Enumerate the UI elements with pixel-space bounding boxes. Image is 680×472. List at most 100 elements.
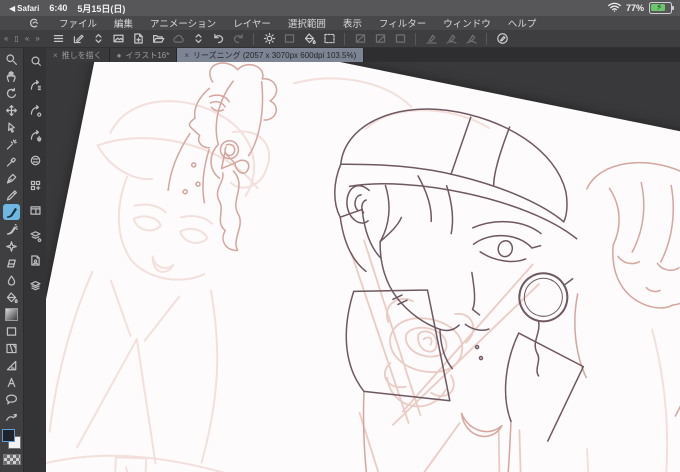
menu-animation[interactable]: アニメーション xyxy=(150,16,216,30)
tab-oshi[interactable]: × 推しを描く xyxy=(46,48,110,62)
layer-property-button[interactable] xyxy=(27,228,44,243)
eraser-tool[interactable] xyxy=(3,255,20,271)
menu-file[interactable]: ファイル xyxy=(59,16,97,30)
transparent-color-swatch[interactable] xyxy=(2,454,21,465)
zoom-reset-button[interactable] xyxy=(27,53,44,68)
status-date: 5月15日(日) xyxy=(77,3,126,14)
snap-grid-button xyxy=(461,31,481,47)
history-lines-button[interactable] xyxy=(27,78,44,93)
edit-workspace-button[interactable] xyxy=(68,31,88,47)
toolbar-divider xyxy=(415,32,416,45)
layers-palette-button[interactable] xyxy=(27,278,44,293)
operation-tool[interactable] xyxy=(3,119,20,135)
new-canvas-button[interactable] xyxy=(128,31,148,47)
snap-special-ruler-button xyxy=(441,31,461,47)
tab-label: イラスト16* xyxy=(125,50,170,60)
open-file-button[interactable] xyxy=(148,31,168,47)
tab-reasoning-active[interactable]: × リーズニング (2057 x 3070px 600dpi 103.5%) xyxy=(177,48,365,62)
tab-close-icon[interactable]: × xyxy=(184,51,189,60)
menu-layer[interactable]: レイヤー xyxy=(233,16,271,30)
hand-tool[interactable] xyxy=(3,68,20,84)
snap-ruler-button xyxy=(421,31,441,47)
tab-close-icon[interactable]: × xyxy=(53,51,58,60)
fill-tool[interactable] xyxy=(3,289,20,305)
palette-dock xyxy=(23,48,46,472)
undo-button[interactable] xyxy=(208,31,228,47)
text-tool[interactable] xyxy=(3,374,20,390)
navigator-palette-button[interactable] xyxy=(27,203,44,218)
webtoon-button[interactable] xyxy=(27,153,44,168)
zoom-tool[interactable] xyxy=(3,51,20,67)
command-bar: « ▯ « » xyxy=(0,30,680,48)
export-page-button[interactable] xyxy=(27,253,44,268)
back-chevron-icon: ◀ xyxy=(9,3,16,13)
balloon-tool[interactable] xyxy=(3,391,20,407)
ruler-tool[interactable] xyxy=(3,357,20,373)
menu-edit[interactable]: 編集 xyxy=(114,16,133,30)
crop-mask-button xyxy=(350,31,370,47)
toolbar-divider xyxy=(486,32,487,45)
tab-illust16[interactable]: ● イラスト16* xyxy=(109,48,178,62)
clip-studio-logo[interactable] xyxy=(28,17,40,29)
history-circle-button[interactable] xyxy=(27,103,44,118)
status-right: 77% ⚡ xyxy=(608,2,680,14)
material-palette-button[interactable] xyxy=(27,178,44,193)
collapse-left-icon[interactable]: « xyxy=(4,34,8,43)
redo-button xyxy=(228,31,248,47)
palette-collapse-cluster: « ▯ « » xyxy=(0,34,48,43)
back-to-safari-button[interactable]: ◀ Safari xyxy=(9,4,39,13)
menu-selection[interactable]: 選択範囲 xyxy=(288,16,326,30)
app-screen: ◀ Safari 6:40 5月15日(日) 77% ⚡ ファイル 編集 アニメ… xyxy=(0,0,680,472)
works-gallery-button[interactable] xyxy=(108,31,128,47)
expand-right-icon[interactable]: » xyxy=(35,34,39,43)
history-settings-button[interactable] xyxy=(27,128,44,143)
tool-palette xyxy=(0,48,23,472)
menu-filter[interactable]: フィルター xyxy=(379,16,426,30)
menu-view[interactable]: 表示 xyxy=(343,16,362,30)
quick-material-button[interactable] xyxy=(492,31,512,47)
menu-help[interactable]: ヘルプ xyxy=(508,16,537,30)
blend-tool[interactable] xyxy=(3,272,20,288)
toolbar-divider xyxy=(344,32,345,45)
pen-tool[interactable] xyxy=(3,170,20,186)
canvas-viewport[interactable] xyxy=(46,62,680,472)
status-bar: ◀ Safari 6:40 5月15日(日) 77% ⚡ xyxy=(0,0,680,16)
back-app-label: Safari xyxy=(17,3,40,13)
move-layer-tool[interactable] xyxy=(3,102,20,118)
corner-mask-button xyxy=(370,31,390,47)
collapse-left2-icon[interactable]: « xyxy=(25,34,29,43)
marquee-button[interactable] xyxy=(319,31,339,47)
fill-button[interactable] xyxy=(299,31,319,47)
sort-updown-button-2[interactable] xyxy=(188,31,208,47)
figure-tool[interactable] xyxy=(3,323,20,339)
battery-percent: 77% xyxy=(625,3,644,13)
decoration-tool[interactable] xyxy=(3,238,20,254)
brush-tool-selected[interactable] xyxy=(3,204,20,220)
menu-window[interactable]: ウィンドウ xyxy=(443,16,491,30)
eyedropper-tool[interactable] xyxy=(3,153,20,169)
main-color-swatch[interactable] xyxy=(2,429,15,442)
auto-select-tool[interactable] xyxy=(3,136,20,152)
select-all-button[interactable] xyxy=(259,31,279,47)
menu-bar: ファイル 編集 アニメーション レイヤー 選択範囲 表示 フィルター ウィンドウ… xyxy=(0,16,680,30)
color-swatches xyxy=(2,429,21,451)
rotate-tool[interactable] xyxy=(3,85,20,101)
pencil-tool[interactable] xyxy=(3,187,20,203)
canvas-document[interactable] xyxy=(46,62,680,472)
gradient-icon xyxy=(5,307,18,321)
status-left: ◀ Safari 6:40 5月15日(日) xyxy=(0,2,125,15)
cloud-sync-button xyxy=(168,31,188,47)
battery-icon: ⚡ xyxy=(649,2,674,14)
plain-mask-button xyxy=(390,31,410,47)
tab-label: 推しを描く xyxy=(61,50,102,60)
toolbar-divider xyxy=(253,32,254,45)
frame-border-tool[interactable] xyxy=(3,340,20,356)
line-correct-tool[interactable] xyxy=(3,408,20,424)
airbrush-tool[interactable] xyxy=(3,221,20,237)
sort-updown-button[interactable] xyxy=(88,31,108,47)
main-menu-button[interactable] xyxy=(48,31,68,47)
status-time: 6:40 xyxy=(49,3,68,13)
gradient-tool[interactable] xyxy=(3,306,20,322)
palette-handle-icon[interactable]: ▯ xyxy=(14,34,18,43)
tab-label: リーズニング (2057 x 3070px 600dpi 103.5%) xyxy=(193,50,357,60)
